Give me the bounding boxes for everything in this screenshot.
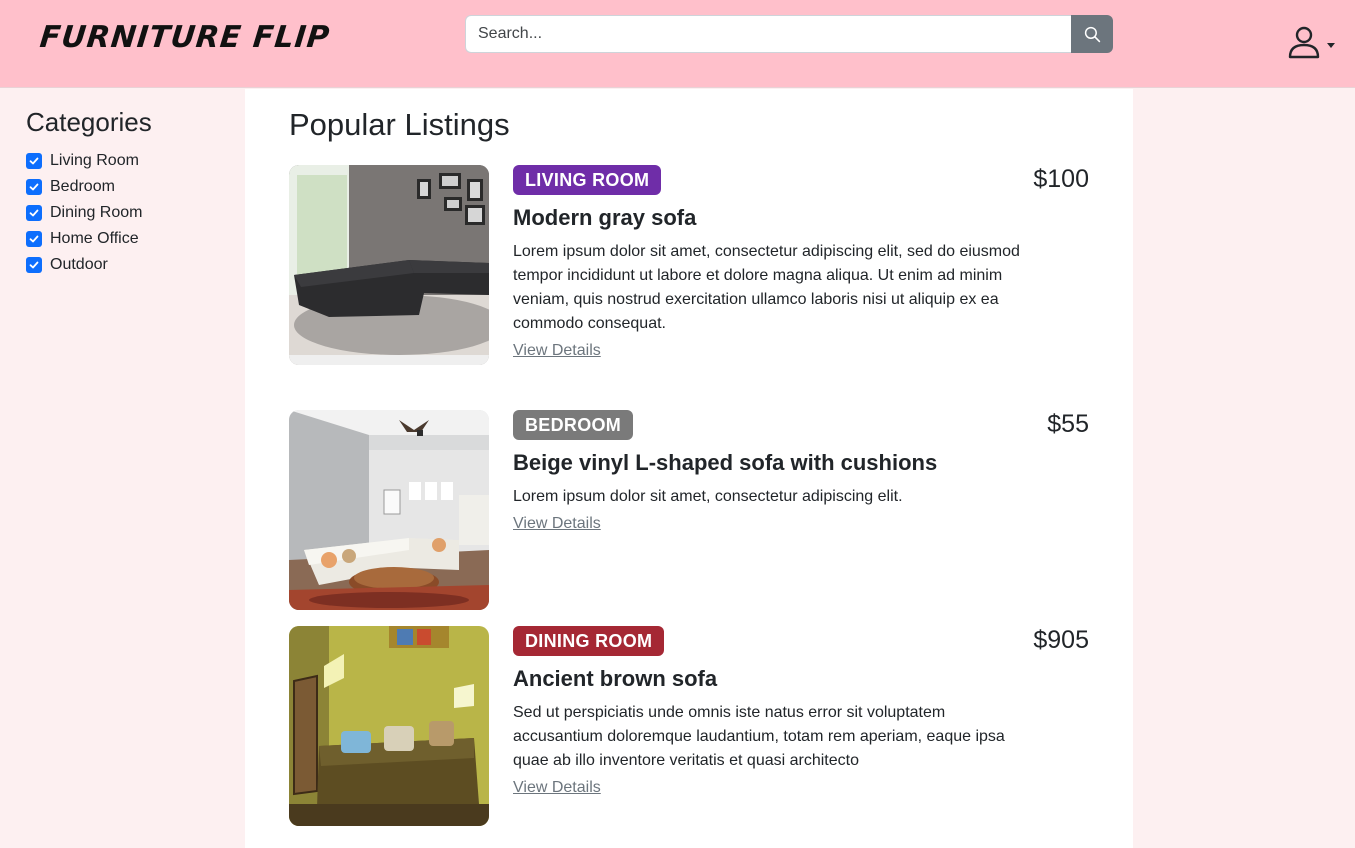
category-label: Bedroom — [50, 178, 115, 195]
listing-description: Lorem ipsum dolor sit amet, consectetur … — [513, 243, 1020, 332]
check-icon — [29, 157, 39, 165]
listing-image[interactable] — [289, 165, 489, 365]
listing-info: DINING ROOM Ancient brown sofa Sed ut pe… — [513, 626, 1033, 826]
search-form — [465, 15, 1113, 53]
brown-sofa-photo — [289, 626, 489, 826]
listing-description: Sed ut perspiciatis unde omnis iste natu… — [513, 704, 1005, 769]
top-navbar: FURNITURE FLIP — [0, 0, 1355, 88]
category-filter-bedroom[interactable]: Bedroom — [26, 174, 219, 200]
listing-description: Lorem ipsum dolor sit amet, consectetur … — [513, 488, 903, 505]
listing-info: LIVING ROOM Modern gray sofa Lorem ipsum… — [513, 165, 1033, 410]
category-filter-home-office[interactable]: Home Office — [26, 226, 219, 252]
check-icon — [29, 209, 39, 217]
listing-title[interactable]: Beige vinyl L-shaped sofa with cushions — [513, 450, 1033, 476]
listing-card: LIVING ROOM Modern gray sofa Lorem ipsum… — [289, 165, 1089, 410]
listing-price: $905 — [1033, 626, 1089, 654]
categories-title: Categories — [26, 107, 152, 137]
category-label: Living Room — [50, 152, 139, 169]
listing-price: $55 — [1047, 410, 1089, 438]
listing-image[interactable] — [289, 410, 489, 610]
check-icon — [29, 261, 39, 269]
listing-card: BEDROOM Beige vinyl L-shaped sofa with c… — [289, 410, 1089, 626]
listing-image[interactable] — [289, 626, 489, 826]
chevron-down-icon — [1327, 42, 1335, 48]
listings-main: Popular Listings LIVING ROOM Modern gray… — [245, 89, 1133, 848]
view-details-link[interactable]: View Details — [513, 342, 601, 360]
check-icon — [29, 235, 39, 243]
categories-sidebar: Categories Living Room Bedroom Dining Ro… — [0, 89, 245, 848]
category-checkbox[interactable] — [26, 179, 42, 195]
search-input[interactable] — [465, 15, 1071, 53]
listing-card: DINING ROOM Ancient brown sofa Sed ut pe… — [289, 626, 1089, 826]
search-button[interactable] — [1071, 15, 1113, 53]
category-label: Dining Room — [50, 204, 143, 221]
category-label: Outdoor — [50, 256, 108, 273]
view-details-link[interactable]: View Details — [513, 515, 601, 533]
user-icon — [1288, 26, 1320, 59]
search-icon — [1084, 26, 1100, 42]
beige-sofa-photo — [289, 410, 489, 610]
category-label: Home Office — [50, 230, 139, 247]
view-details-link[interactable]: View Details — [513, 779, 601, 797]
category-filter-dining-room[interactable]: Dining Room — [26, 200, 219, 226]
category-filter-living-room[interactable]: Living Room — [26, 148, 219, 174]
category-badge: LIVING ROOM — [513, 165, 662, 195]
listing-title[interactable]: Modern gray sofa — [513, 205, 1033, 231]
check-icon — [29, 183, 39, 191]
listing-info: BEDROOM Beige vinyl L-shaped sofa with c… — [513, 410, 1033, 626]
listing-title[interactable]: Ancient brown sofa — [513, 666, 1033, 692]
user-menu-toggle[interactable] — [1286, 24, 1340, 60]
category-checkbox[interactable] — [26, 153, 42, 169]
category-checkbox[interactable] — [26, 205, 42, 221]
gray-sofa-photo — [289, 165, 489, 365]
page-title: Popular Listings — [289, 107, 510, 142]
category-filter-outdoor[interactable]: Outdoor — [26, 252, 219, 278]
category-badge: DINING ROOM — [513, 626, 665, 656]
listing-price: $100 — [1033, 165, 1089, 193]
category-checkbox[interactable] — [26, 257, 42, 273]
category-checkbox[interactable] — [26, 231, 42, 247]
category-badge: BEDROOM — [513, 410, 634, 440]
brand-logo[interactable]: FURNITURE FLIP — [38, 20, 332, 55]
